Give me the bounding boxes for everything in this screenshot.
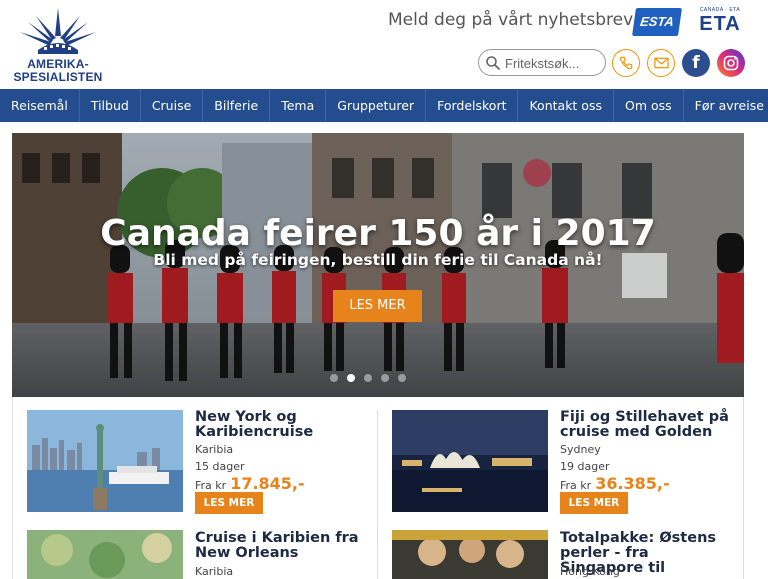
eta-label: ETA	[699, 13, 741, 35]
hero-banner[interactable]: Canada feirer 150 år i 2017 Bli med på f…	[12, 133, 744, 397]
newsletter-link[interactable]: Meld deg på vårt nyhetsbrev her!	[388, 10, 674, 30]
phone-icon	[619, 56, 633, 70]
statue-crown-icon	[20, 8, 96, 54]
price-prefix: Fra kr	[195, 479, 227, 492]
carousel-dot[interactable]	[398, 374, 406, 382]
nav-item-gruppeturer[interactable]: Gruppeturer	[326, 89, 427, 122]
main-nav: Reisemål Tilbud Cruise Bilferie Tema Gru…	[0, 89, 768, 122]
offer-region: Hong Kong	[560, 565, 620, 578]
offer-price: Fra kr 36.385,-	[560, 474, 670, 493]
nav-item-cruise[interactable]: Cruise	[141, 89, 204, 122]
nav-item-bilferie[interactable]: Bilferie	[203, 89, 271, 122]
carousel-dot[interactable]	[381, 374, 389, 382]
nav-item-for-avreise[interactable]: Før avreise	[684, 89, 768, 122]
search-icon	[486, 56, 500, 70]
hero-title: Canada feirer 150 år i 2017	[100, 213, 656, 254]
offer-read-more-button[interactable]: LES MER	[560, 492, 628, 514]
nav-item-tilbud[interactable]: Tilbud	[80, 89, 141, 122]
offer-title[interactable]: Fiji og Stillehavet på cruise med Golden	[560, 410, 740, 440]
offer-price: Fra kr 17.845,-	[195, 474, 305, 493]
nav-item-fordelskort[interactable]: Fordelskort	[426, 89, 519, 122]
new-york-cruise-image	[27, 410, 183, 512]
esta-link[interactable]: ESTA	[632, 8, 682, 36]
offer-region: Karibia	[195, 443, 234, 456]
email-button[interactable]	[647, 49, 675, 77]
caribbean-image	[27, 530, 183, 579]
nav-item-tema[interactable]: Tema	[270, 89, 327, 122]
sydney-opera-image	[392, 410, 548, 512]
nav-item-om-oss[interactable]: Om oss	[614, 89, 684, 122]
price-amount: 36.385,-	[595, 474, 670, 493]
offer-card[interactable]: New York og Karibiencruise Karibia 15 da…	[27, 410, 367, 520]
offer-title[interactable]: Cruise i Karibien fra New Orleans	[195, 531, 375, 561]
offer-region: Sydney	[560, 443, 601, 456]
price-prefix: Fra kr	[560, 479, 592, 492]
offer-image[interactable]	[392, 530, 548, 579]
offer-card[interactable]: Totalpakke: Østens perler - fra Singapor…	[392, 530, 737, 579]
nav-item-kontakt-oss[interactable]: Kontakt oss	[518, 89, 614, 122]
search-input[interactable]	[505, 54, 601, 72]
offer-card[interactable]: Fiji og Stillehavet på cruise med Golden…	[392, 410, 737, 520]
logo[interactable]: AMERIKA- SPESIALISTEN	[10, 6, 106, 86]
instagram-button[interactable]	[717, 49, 745, 77]
carousel-dot[interactable]	[330, 374, 338, 382]
facebook-button[interactable]: f	[682, 49, 710, 77]
offer-image[interactable]	[392, 410, 548, 512]
eta-link[interactable]: CANADA · ETA ETA	[692, 7, 748, 37]
offer-image[interactable]	[27, 530, 183, 579]
hero-read-more-button[interactable]: LES MER	[333, 290, 422, 322]
nav-item-reisemal[interactable]: Reisemål	[0, 89, 80, 122]
offer-duration: 15 dager	[195, 460, 245, 473]
offer-duration: 19 dager	[560, 460, 610, 473]
column-divider	[377, 410, 378, 579]
carousel-dot[interactable]	[364, 374, 372, 382]
carousel-dot-active[interactable]	[347, 374, 355, 382]
offer-image[interactable]	[27, 410, 183, 512]
site-header: AMERIKA- SPESIALISTEN Meld deg på vårt n…	[0, 0, 768, 90]
logo-text-line2: SPESIALISTEN	[13, 70, 103, 84]
envelope-icon	[653, 57, 669, 69]
facebook-icon: f	[692, 53, 700, 73]
price-amount: 17.845,-	[230, 474, 305, 493]
carousel-dots	[330, 374, 406, 382]
singapore-image	[392, 530, 548, 579]
search-box[interactable]	[478, 49, 606, 76]
offer-region: Karibia	[195, 565, 234, 578]
instagram-icon	[723, 55, 739, 71]
phone-button[interactable]	[612, 49, 640, 77]
hero-subtitle: Bli med på feiringen, bestill din ferie …	[153, 251, 603, 269]
offer-card[interactable]: Cruise i Karibien fra New Orleans Karibi…	[27, 530, 367, 579]
offer-read-more-button[interactable]: LES MER	[195, 492, 263, 514]
offer-title[interactable]: New York og Karibiencruise	[195, 410, 375, 440]
